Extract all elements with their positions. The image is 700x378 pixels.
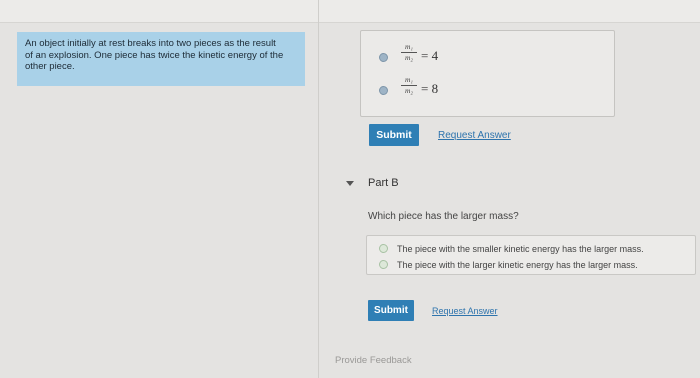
choice-2-label[interactable]: The piece with the larger kinetic energy… (397, 260, 638, 270)
choice-1-radio[interactable] (379, 244, 388, 253)
option-2-numerator: m₁ (404, 75, 414, 84)
problem-text-line-3: other piece. (25, 61, 75, 72)
option-1-denominator: m₂ (404, 53, 414, 62)
pane-divider (318, 0, 319, 378)
option-2-denominator: m₂ (404, 86, 414, 95)
part-b-question: Which piece has the larger mass? (368, 211, 519, 222)
option-1-fraction: m₁ m₂ (401, 43, 417, 62)
part-b-submit-button[interactable]: Submit (368, 300, 414, 321)
option-1-radio[interactable] (379, 53, 388, 62)
part-a-request-answer-link[interactable]: Request Answer (438, 130, 511, 141)
part-b-request-answer-link[interactable]: Request Answer (432, 306, 498, 316)
provide-feedback-link[interactable]: Provide Feedback (335, 355, 412, 366)
choice-2-radio[interactable] (379, 260, 388, 269)
part-a-options: m₁ m₂ = 4 m₁ m₂ = 8 (360, 30, 615, 117)
problem-text-line-1: An object initially at rest breaks into … (25, 38, 276, 49)
option-1-value: = 4 (421, 48, 439, 63)
option-2-value: = 8 (421, 81, 439, 96)
problem-statement: An object initially at rest breaks into … (17, 32, 305, 86)
option-2-radio[interactable] (379, 86, 388, 95)
option-2-fraction: m₁ m₂ (401, 76, 417, 95)
chevron-down-icon[interactable] (346, 181, 354, 186)
option-1-numerator: m₁ (404, 42, 414, 51)
problem-text-line-2: of an explosion. One piece has twice the… (25, 49, 284, 61)
part-b-label[interactable]: Part B (368, 177, 399, 189)
part-b-choices: The piece with the smaller kinetic energ… (366, 235, 696, 275)
top-bar (0, 0, 700, 23)
choice-1-label[interactable]: The piece with the smaller kinetic energ… (397, 244, 644, 254)
part-a-submit-button[interactable]: Submit (369, 124, 419, 146)
